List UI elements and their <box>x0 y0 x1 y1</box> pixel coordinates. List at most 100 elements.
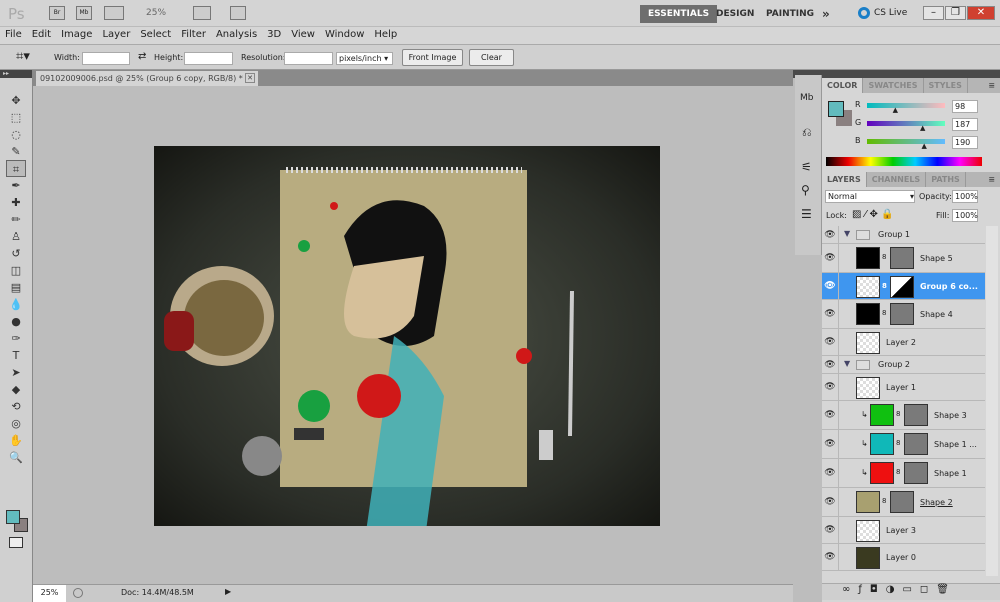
tab-color[interactable]: COLOR <box>822 78 864 93</box>
eyedropper-tool-icon[interactable]: ✒ <box>6 177 26 194</box>
layer-name[interactable]: Shape 1 ... <box>934 440 977 449</box>
visibility-eye-icon[interactable]: 👁 <box>822 430 839 458</box>
clear-button[interactable]: Clear <box>469 49 514 66</box>
g-channel-slider[interactable] <box>867 121 945 126</box>
layer-row[interactable]: 👁 ↳ 8 Shape 1 ... <box>822 430 985 459</box>
zoom-level-dropdown[interactable]: 25% <box>146 8 166 18</box>
foreground-color[interactable] <box>828 101 844 117</box>
tab-paths[interactable]: PATHS <box>926 172 966 187</box>
gradient-tool-icon[interactable]: ▤ <box>6 279 26 296</box>
layers-scrollbar[interactable] <box>986 226 998 576</box>
group-expand-arrow-icon[interactable]: ▼ <box>844 359 850 368</box>
eraser-tool-icon[interactable]: ◫ <box>6 262 26 279</box>
layer-mask-thumbnail[interactable] <box>890 303 914 325</box>
bridge-button[interactable]: Br <box>49 6 65 20</box>
tab-swatches[interactable]: SWATCHES <box>863 78 924 93</box>
layer-mask-thumbnail[interactable] <box>904 462 928 484</box>
r-channel-slider[interactable] <box>867 103 945 108</box>
visibility-eye-icon[interactable]: 👁 <box>822 544 839 570</box>
layer-row[interactable]: 👁 8 Shape 4 <box>822 300 985 329</box>
zoom-field[interactable]: 25% <box>33 585 66 602</box>
type-tool-icon[interactable]: T <box>6 347 26 364</box>
layer-row[interactable]: 👁 8 Shape 5 <box>822 244 985 273</box>
3d-orbit-tool-icon[interactable]: ◎ <box>6 415 26 432</box>
g-channel-value[interactable]: 187 <box>952 118 978 131</box>
foreground-color-swatch[interactable] <box>6 510 20 524</box>
layer-row[interactable]: 👁 ↳ 8 Shape 1 <box>822 459 985 488</box>
close-document-icon[interactable]: ✕ <box>245 73 255 83</box>
visibility-eye-icon[interactable]: 👁 <box>822 300 839 328</box>
hand-tool-icon[interactable]: ✋ <box>6 432 26 449</box>
cs-live-button[interactable]: CS Live <box>874 8 907 18</box>
menu-edit[interactable]: Edit <box>27 27 56 43</box>
dodge-tool-icon[interactable]: ● <box>6 313 26 330</box>
close-button[interactable]: ✕ <box>967 6 995 20</box>
layer-row[interactable]: 👁 ↳ 8 Shape 3 <box>822 401 985 430</box>
layer-row[interactable]: 👁 8 Group 6 co... <box>822 273 985 300</box>
more-workspaces-button[interactable]: » <box>814 5 838 23</box>
brush-presets-icon[interactable]: ⚟ <box>801 160 812 174</box>
menu-layer[interactable]: Layer <box>97 27 135 43</box>
menu-file[interactable]: File <box>0 27 27 43</box>
menu-image[interactable]: Image <box>56 27 97 43</box>
spot-heal-tool-icon[interactable]: ✚ <box>6 194 26 211</box>
workspace-design[interactable]: DESIGN <box>708 5 762 23</box>
menu-analysis[interactable]: Analysis <box>211 27 262 43</box>
resolution-input[interactable] <box>284 52 333 65</box>
tab-channels[interactable]: CHANNELS <box>867 172 927 187</box>
panel-dock-header[interactable] <box>793 70 1000 78</box>
b-channel-value[interactable]: 190 <box>952 136 978 149</box>
shape-tool-icon[interactable]: ◆ <box>6 381 26 398</box>
opacity-input[interactable]: 100% <box>952 190 978 203</box>
front-image-button[interactable]: Front Image <box>402 49 463 66</box>
tab-layers[interactable]: LAYERS <box>822 172 867 187</box>
crop-tool-icon[interactable]: ⌗ <box>6 160 26 177</box>
tab-styles[interactable]: STYLES <box>924 78 968 93</box>
visibility-eye-icon[interactable]: 👁 <box>822 459 839 487</box>
g-slider-thumb[interactable]: ▲ <box>920 124 925 132</box>
visibility-eye-icon[interactable]: 👁 <box>822 273 839 299</box>
tool-presets-icon[interactable]: ☰ <box>801 207 812 221</box>
panel-menu-icon[interactable]: ≡ <box>983 78 1000 93</box>
menu-view[interactable]: View <box>286 27 320 43</box>
visibility-eye-icon[interactable]: 👁 <box>822 356 839 373</box>
visibility-eye-icon[interactable]: 👁 <box>822 401 839 429</box>
mini-bridge-button[interactable]: Mb <box>76 6 92 20</box>
layer-name[interactable]: Layer 3 <box>886 526 916 535</box>
layer-row[interactable]: 👁 8 Shape 2 <box>822 488 985 517</box>
quick-mask-button[interactable] <box>9 537 23 548</box>
visibility-eye-icon[interactable]: 👁 <box>822 488 839 516</box>
clone-source-icon[interactable]: ⚲ <box>801 183 810 197</box>
visibility-eye-icon[interactable]: 👁 <box>822 226 839 243</box>
fill-input[interactable]: 100% <box>952 209 978 222</box>
r-channel-value[interactable]: 98 <box>952 100 978 113</box>
tools-collapse-bar[interactable]: ▸▸ <box>0 70 32 78</box>
lasso-tool-icon[interactable]: ◌ <box>6 126 26 143</box>
marquee-tool-icon[interactable]: ⬚ <box>6 109 26 126</box>
b-channel-slider[interactable] <box>867 139 945 144</box>
document-tab[interactable]: 09102009006.psd @ 25% (Group 6 copy, RGB… <box>36 71 258 86</box>
view-extras-button[interactable] <box>104 6 124 20</box>
layer-name[interactable]: Shape 2 <box>920 498 953 507</box>
blend-mode-select[interactable]: Normal ▾ <box>825 190 915 203</box>
menu-filter[interactable]: Filter <box>176 27 211 43</box>
visibility-eye-icon[interactable]: 👁 <box>822 517 839 543</box>
zoom-tool-icon[interactable]: 🔍 <box>6 449 26 466</box>
r-slider-thumb[interactable]: ▲ <box>893 106 898 114</box>
lock-icons[interactable]: ▨ ⁄ ✥ 🔒 <box>852 209 893 220</box>
history-panel-icon[interactable]: ⎌ <box>802 125 812 140</box>
layer-mask-thumbnail[interactable] <box>904 433 928 455</box>
minimize-button[interactable]: – <box>923 6 944 20</box>
menu-window[interactable]: Window <box>320 27 369 43</box>
restore-button[interactable]: ❐ <box>945 6 966 20</box>
panel-menu-icon[interactable]: ≡ <box>983 172 1000 187</box>
resolution-unit-select[interactable]: pixels/inch ▾ <box>336 52 393 65</box>
workspace-painting[interactable]: PAINTING <box>758 5 822 23</box>
menu-help[interactable]: Help <box>369 27 402 43</box>
layer-row[interactable]: 👁 Layer 1 <box>822 374 985 401</box>
blur-tool-icon[interactable]: 💧 <box>6 296 26 313</box>
visibility-eye-icon[interactable]: 👁 <box>822 244 839 272</box>
menu-3d[interactable]: 3D <box>262 27 286 43</box>
mini-bridge-panel-icon[interactable]: Mb <box>800 93 813 103</box>
layer-name[interactable]: Layer 1 <box>886 383 916 392</box>
